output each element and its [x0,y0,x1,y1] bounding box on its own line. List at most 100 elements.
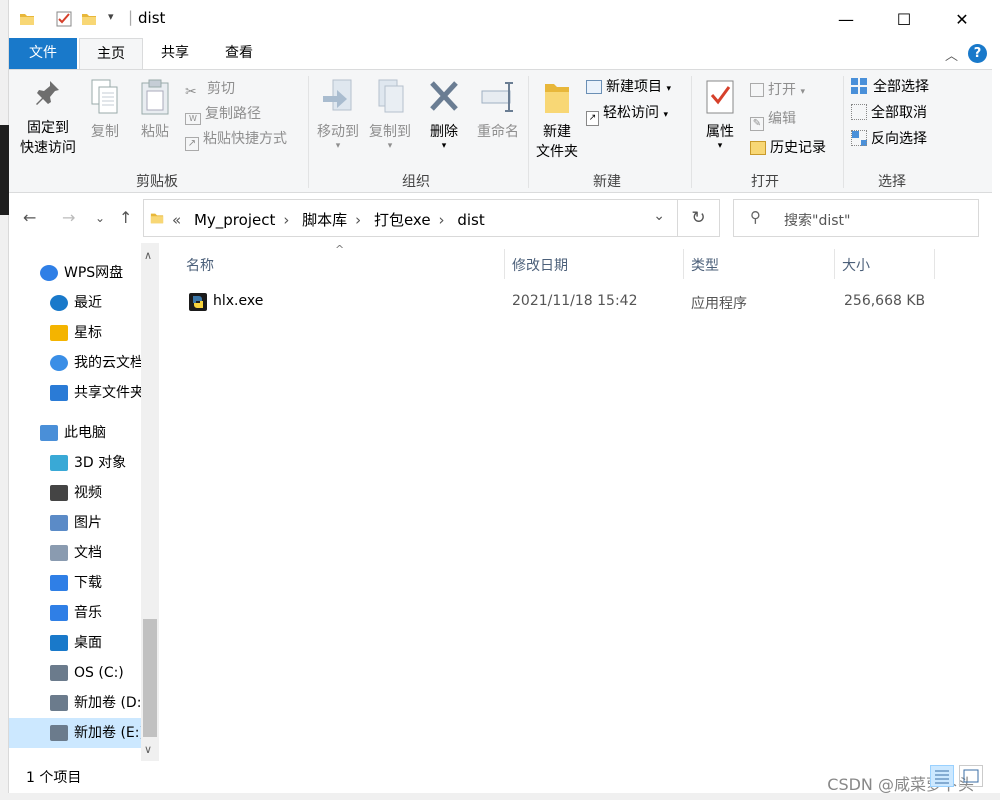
forward-arrow-icon[interactable]: → [62,208,75,227]
open-button[interactable]: 打开 ▾ [750,79,805,101]
properties-button[interactable]: 属性 ▾ [697,78,743,151]
sidebar-item-label: 下载 [74,575,102,591]
copy-icon [91,79,118,114]
sidebar-item[interactable]: OS (C:) [9,658,141,688]
paste-button[interactable]: 粘贴 [135,78,175,142]
quick-access-dropdown-icon[interactable]: ▾ [108,10,114,23]
sidebar-item[interactable]: 图片 [9,508,141,538]
group-new-label: 新建 [593,174,621,190]
tab-share[interactable]: 共享 [143,38,207,69]
rename-button[interactable]: 重命名 [471,78,525,142]
delete-button[interactable]: 删除 ▾ [424,78,464,151]
column-header-size[interactable]: 大小 [842,255,870,275]
collapse-ribbon-icon[interactable]: ︿ [945,45,958,64]
download-icon [50,575,68,591]
tab-view[interactable]: 查看 [207,38,271,69]
scroll-up-arrow-icon[interactable]: ∧ [144,249,152,262]
easy-access-button[interactable]: ↗ 轻松访问 ▾ [586,102,668,126]
sidebar-item[interactable]: WPS网盘 [9,258,141,288]
sidebar-item[interactable]: 音乐 [9,598,141,628]
maximize-button[interactable]: ☐ [875,0,933,38]
history-button[interactable]: 历史记录 [750,137,826,159]
sidebar-item[interactable]: 共享文件夹 [9,378,141,408]
sidebar-item[interactable]: 此电脑 [9,418,141,448]
invert-selection-label: 反向选择 [871,131,927,147]
sidebar-item[interactable]: 新加卷 (E:) [9,718,141,748]
address-bar[interactable]: « My_project › 脚本库 › 打包exe › dist ⌄ [143,199,678,237]
select-none-button[interactable]: 全部取消 [851,102,927,124]
easy-access-icon: ↗ [586,111,599,126]
breadcrumb-my-project[interactable]: My_project [194,211,275,229]
breadcrumb-chevron-icon[interactable]: › [283,211,289,229]
background-bottom-strip [0,793,1000,800]
new-item-label: 新建项目 [606,79,662,95]
move-to-button[interactable]: 移动到 ▾ [312,78,364,151]
new-item-button[interactable]: 新建项目 ▾ [586,76,671,98]
sidebar-item[interactable]: 星标 [9,318,141,348]
new-folder-button[interactable]: 新建 文件夹 [532,78,582,162]
column-header-name[interactable]: 名称 [186,255,214,275]
help-icon[interactable]: ? [968,44,987,63]
paste-shortcut-button[interactable]: ↗ 粘贴快捷方式 [185,128,287,151]
sidebar-item[interactable]: 3D 对象 [9,448,141,478]
edit-button[interactable]: ✎ 编辑 [750,108,796,131]
title-separator: | [128,8,134,26]
sidebar-item[interactable]: 我的云文档 [9,348,141,378]
navigation-pane: WPS网盘 最近 星标 我的云文档共享文件夹此电脑 3D 对象 视频 图片 文档下载音乐桌面 O… [9,243,159,761]
copy-path-button[interactable]: W 复制路径 [185,103,261,125]
breadcrumb-chevron-icon[interactable]: › [439,211,445,229]
new-item-dropdown-icon: ▾ [666,84,671,94]
star-icon [50,325,68,341]
minimize-button[interactable]: — [817,0,875,38]
address-dropdown-chevron-icon[interactable]: ⌄ [653,208,665,224]
column-header-type[interactable]: 类型 [691,255,719,275]
column-separator[interactable] [683,249,684,279]
tab-home[interactable]: 主页 [79,38,143,69]
copy-button[interactable]: 复制 [85,78,125,142]
select-all-button[interactable]: 全部选择 [851,76,929,98]
refresh-icon[interactable]: ↻ [678,199,720,237]
table-row[interactable]: hlx.exe 2021/11/18 15:42 应用程序 256,668 KB [175,286,935,318]
copy-label: 复制 [91,124,119,140]
sidebar-item[interactable]: 文档 [9,538,141,568]
scroll-down-arrow-icon[interactable]: ∨ [144,743,152,756]
sidebar-item[interactable]: 桌面 [9,628,141,658]
breadcrumb-pack-exe[interactable]: 打包exe [374,211,431,229]
breadcrumb-script-lib[interactable]: 脚本库 [302,211,347,229]
rename-label: 重命名 [477,124,519,140]
search-box[interactable]: ⚲ 搜索"dist" [733,199,979,237]
explorer-window: ▾ | dist — ☐ ✕ 文件 主页 共享 查看 ︿ ? 固定到 快速访问 … [0,0,1000,800]
breadcrumb-chevron-icon[interactable]: › [355,211,361,229]
copy-to-button[interactable]: 复制到 ▾ [364,78,416,151]
pin-to-quick-access-button[interactable]: 固定到 快速访问 [15,78,81,158]
column-separator[interactable] [834,249,835,279]
nav-scrollbar[interactable]: ∧ ∨ [141,243,159,761]
recent-locations-chevron-icon[interactable]: ⌄ [95,211,105,225]
breadcrumb-overflow[interactable]: « [172,211,181,229]
properties-quick-icon[interactable] [56,11,72,27]
sidebar-item[interactable]: 新加卷 (D:) [9,688,141,718]
sidebar-item-label: 共享文件夹 [74,385,141,401]
nav-scrollbar-thumb[interactable] [143,619,157,737]
details-view-button[interactable] [930,765,954,787]
new-folder-quick-icon[interactable] [81,11,97,27]
invert-selection-button[interactable]: 反向选择 [851,128,927,150]
copy-to-label: 复制到 [369,124,411,140]
breadcrumb-dist[interactable]: dist [457,211,484,229]
cut-button[interactable]: ✂ 剪切 [185,78,235,100]
up-arrow-icon[interactable]: ↑ [119,208,132,227]
close-button[interactable]: ✕ [933,0,991,38]
tab-file[interactable]: 文件 [9,38,77,69]
column-separator[interactable] [504,249,505,279]
sidebar-item[interactable]: 最近 [9,288,141,318]
sidebar-item[interactable]: 视频 [9,478,141,508]
large-icons-view-button[interactable] [959,765,983,787]
back-arrow-icon[interactable]: ← [23,208,36,227]
item-count: 1 个项目 [26,770,82,786]
sidebar-item[interactable]: 下载 [9,568,141,598]
sidebar-item-label: 此电脑 [64,425,106,441]
column-header-date[interactable]: 修改日期 [512,255,568,275]
column-separator[interactable] [934,249,935,279]
sidebar-item-label: 桌面 [74,635,102,651]
new-folder-label-2: 文件夹 [536,144,578,160]
